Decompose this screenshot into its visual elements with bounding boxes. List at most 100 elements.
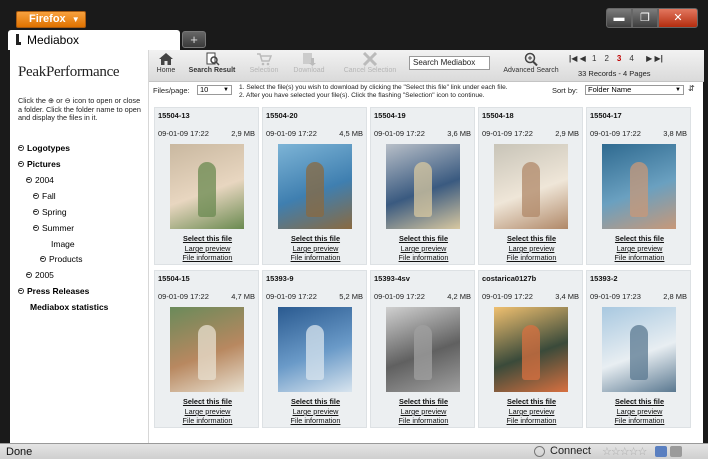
minus-circle-icon[interactable] (18, 161, 24, 167)
rating-stars[interactable]: ☆☆☆☆☆ (602, 445, 647, 458)
new-tab-button[interactable]: + (182, 31, 206, 48)
advanced-search-button[interactable]: Advanced Search (499, 52, 563, 74)
select-file-link[interactable]: Select this file (263, 397, 368, 406)
next-page-icon[interactable]: ▶ (646, 54, 652, 63)
select-file-link[interactable]: Select this file (371, 234, 476, 243)
folder-label[interactable]: Summer (42, 223, 74, 233)
file-information-link[interactable]: File information (479, 416, 584, 425)
tab-mediabox[interactable]: Mediabox (8, 30, 180, 50)
folder-label[interactable]: 2004 (35, 175, 54, 185)
folder-label[interactable]: 2005 (35, 270, 54, 280)
sort-by-select[interactable]: Folder Name ▼ (585, 85, 684, 95)
folder-pictures[interactable]: Pictures (18, 159, 61, 169)
file-information-link[interactable]: File information (263, 253, 368, 262)
file-information-link[interactable]: File information (371, 416, 476, 425)
connect-icon[interactable] (534, 446, 545, 457)
folder-fall[interactable]: Fall (33, 191, 56, 201)
page-3-link[interactable]: 3 (617, 54, 621, 63)
large-preview-link[interactable]: Large preview (371, 244, 476, 253)
file-thumbnail[interactable] (386, 307, 460, 392)
file-thumbnail[interactable] (494, 307, 568, 392)
file-information-link[interactable]: File information (479, 253, 584, 262)
file-information-link[interactable]: File information (587, 253, 692, 262)
selection-button[interactable]: Selection (246, 52, 282, 74)
folder-summer[interactable]: Summer (33, 223, 74, 233)
select-file-link[interactable]: Select this file (263, 234, 368, 243)
folder-label[interactable]: Spring (42, 207, 67, 217)
search-result-button[interactable]: Search Result (183, 52, 241, 74)
first-page-icon[interactable]: |◀ (569, 54, 577, 63)
folder-2005[interactable]: 2005 (26, 270, 54, 280)
large-preview-link[interactable]: Large preview (587, 407, 692, 416)
select-file-link[interactable]: Select this file (587, 234, 692, 243)
select-file-link[interactable]: Select this file (587, 397, 692, 406)
folder-image[interactable]: Image (51, 239, 75, 249)
folder-label[interactable]: Press Releases (27, 286, 89, 296)
minus-circle-icon[interactable] (26, 177, 32, 183)
page-4-link[interactable]: 4 (629, 54, 633, 63)
file-information-link[interactable]: File information (155, 253, 260, 262)
sort-direction-icon[interactable]: ⇵ (688, 84, 695, 93)
file-information-link[interactable]: File information (587, 416, 692, 425)
download-button[interactable]: Download (289, 52, 329, 74)
file-thumbnail[interactable] (170, 307, 244, 392)
folder-spring[interactable]: Spring (33, 207, 67, 217)
file-thumbnail[interactable] (278, 144, 352, 229)
folder-label[interactable]: Fall (42, 191, 56, 201)
connect-label[interactable]: Connect (550, 445, 591, 457)
file-thumbnail[interactable] (170, 144, 244, 229)
minimize-button[interactable]: ▬ (606, 8, 632, 28)
folder-logotypes[interactable]: Logotypes (18, 143, 70, 153)
plus-circle-icon[interactable] (26, 272, 32, 278)
file-information-link[interactable]: File information (371, 253, 476, 262)
folder-products[interactable]: Products (40, 254, 83, 264)
last-page-icon[interactable]: ▶| (654, 54, 662, 63)
file-information-link[interactable]: File information (263, 416, 368, 425)
file-thumbnail[interactable] (602, 144, 676, 229)
select-file-link[interactable]: Select this file (155, 234, 260, 243)
large-preview-link[interactable]: Large preview (371, 407, 476, 416)
large-preview-link[interactable]: Large preview (479, 244, 584, 253)
page-2-link[interactable]: 2 (604, 54, 608, 63)
folder-label[interactable]: Mediabox statistics (30, 302, 108, 312)
file-thumbnail[interactable] (386, 144, 460, 229)
large-preview-link[interactable]: Large preview (155, 244, 260, 253)
home-button[interactable]: Home (153, 52, 179, 74)
addon-icon[interactable] (655, 446, 667, 457)
file-thumbnail[interactable] (602, 307, 676, 392)
close-button[interactable]: ✕ (658, 8, 698, 28)
plus-circle-icon[interactable] (33, 209, 39, 215)
minus-circle-icon[interactable] (33, 225, 39, 231)
large-preview-link[interactable]: Large preview (263, 244, 368, 253)
folder-label[interactable]: Products (49, 254, 83, 264)
large-preview-link[interactable]: Large preview (155, 407, 260, 416)
select-file-link[interactable]: Select this file (479, 234, 584, 243)
file-information-link[interactable]: File information (155, 416, 260, 425)
file-thumbnail[interactable] (278, 307, 352, 392)
plus-circle-icon[interactable] (18, 145, 24, 151)
folder-2004[interactable]: 2004 (26, 175, 54, 185)
select-file-link[interactable]: Select this file (371, 397, 476, 406)
large-preview-link[interactable]: Large preview (587, 244, 692, 253)
cancel-selection-button[interactable]: Cancel Selection (337, 52, 403, 74)
folder-label[interactable]: Pictures (27, 159, 61, 169)
files-per-page-select[interactable]: 10 ▼ (197, 85, 232, 95)
folder-label[interactable]: Logotypes (27, 143, 70, 153)
mediabox-statistics-link[interactable]: Mediabox statistics (30, 302, 108, 312)
file-thumbnail[interactable] (494, 144, 568, 229)
large-preview-link[interactable]: Large preview (263, 407, 368, 416)
maximize-button[interactable]: ❐ (632, 8, 658, 28)
firefox-menu-button[interactable]: Firefox ▼ (16, 11, 86, 28)
prev-page-icon[interactable]: ◀ (580, 54, 586, 63)
search-input[interactable]: Search Mediabox (409, 56, 490, 70)
select-file-link[interactable]: Select this file (155, 397, 260, 406)
plus-circle-icon[interactable] (33, 193, 39, 199)
large-preview-link[interactable]: Large preview (479, 407, 584, 416)
folder-press-releases[interactable]: Press Releases (18, 286, 89, 296)
plus-circle-icon[interactable] (40, 256, 46, 262)
folder-label[interactable]: Image (51, 239, 75, 249)
plus-circle-icon[interactable] (18, 288, 24, 294)
document-search-icon (206, 52, 220, 66)
page-1-link[interactable]: 1 (592, 54, 596, 63)
select-file-link[interactable]: Select this file (479, 397, 584, 406)
